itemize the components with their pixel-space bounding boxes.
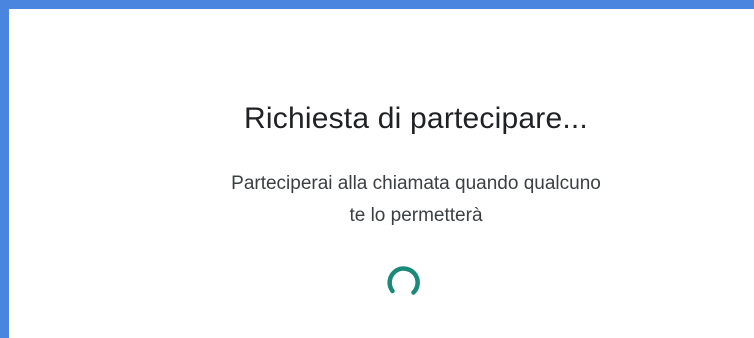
status-message-line-2: te lo permetterà: [349, 205, 483, 226]
loading-spinner-icon: [387, 266, 420, 295]
status-message-line-1: Parteciperai alla chiamata quando qualcu…: [231, 173, 601, 194]
status-message: Parteciperai alla chiamata quando qualcu…: [18, 168, 754, 232]
window-frame: Richiesta di partecipare... Parteciperai…: [0, 0, 754, 338]
page-title: Richiesta di partecipare...: [244, 102, 588, 135]
join-request-panel: Richiesta di partecipare... Parteciperai…: [18, 18, 754, 338]
